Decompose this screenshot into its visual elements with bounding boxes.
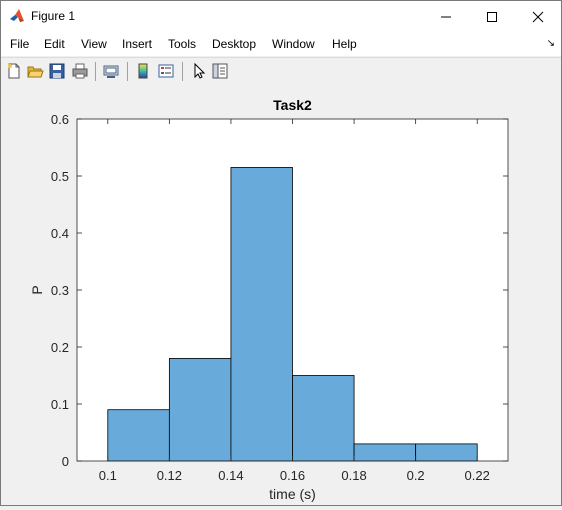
close-icon: [532, 11, 544, 22]
x-tick-label: 0.16: [280, 468, 305, 483]
menu-bar: File Edit View Insert Tools Desktop Wind…: [1, 32, 561, 56]
window-title: Figure 1: [31, 9, 76, 23]
minimize-button[interactable]: [423, 1, 469, 32]
histogram-bar: [107, 409, 170, 462]
menu-edit[interactable]: Edit: [44, 37, 65, 51]
chart-title: Task2: [273, 97, 312, 113]
x-tick-label: 0.1: [99, 468, 117, 483]
title-bar: Figure 1: [1, 1, 561, 32]
menu-file[interactable]: File: [10, 37, 29, 51]
figure-canvas: 0.1 0.12 0.14 0.16 0.18 0.2 0.22 0 0.1 0.2 0.3 0.4 0…: [1, 85, 561, 505]
menu-insert[interactable]: Insert: [122, 37, 152, 51]
property-inspector-icon[interactable]: [211, 62, 229, 80]
histogram-bar: [415, 443, 478, 462]
menu-help[interactable]: Help: [332, 37, 357, 51]
y-tick-label: 0.4: [51, 226, 69, 241]
histogram-bar: [353, 443, 417, 462]
dock-arrow-icon[interactable]: ↘: [547, 38, 555, 49]
toolbar: [1, 57, 561, 86]
y-tick-label: 0.2: [51, 340, 69, 355]
y-axis-label: P: [29, 285, 45, 294]
x-axis-label: time (s): [269, 486, 316, 502]
menu-desktop[interactable]: Desktop: [212, 37, 256, 51]
histogram-bar: [168, 357, 232, 462]
colorbar-icon[interactable]: [134, 62, 152, 80]
y-tick-label: 0.5: [51, 169, 69, 184]
x-tick-label: 0.18: [341, 468, 366, 483]
save-icon[interactable]: [48, 62, 66, 80]
open-file-icon[interactable]: [26, 62, 44, 80]
x-tick-label: 0.2: [407, 468, 425, 483]
menu-view[interactable]: View: [81, 37, 107, 51]
figure-window: Figure 1 File Edit View Insert Tools Des…: [0, 0, 562, 506]
toolbar-separator: [127, 62, 128, 81]
minimize-icon: [441, 16, 451, 17]
y-tick-label: 0.6: [51, 112, 69, 127]
histogram-chart: 0.1 0.12 0.14 0.16 0.18 0.2 0.22 0 0.1 0.2 0.3 0.4 0…: [29, 97, 509, 502]
x-tick-label: 0.22: [465, 468, 490, 483]
legend-icon[interactable]: [157, 62, 175, 80]
x-tick-label: 0.12: [157, 468, 182, 483]
histogram-bar: [292, 375, 355, 462]
histogram-bar: [230, 167, 293, 462]
menu-tools[interactable]: Tools: [168, 37, 196, 51]
edit-plot-icon[interactable]: [190, 62, 208, 80]
toolbar-separator: [182, 62, 183, 81]
link-plot-icon[interactable]: [102, 62, 120, 80]
toolbar-separator: [95, 62, 96, 81]
maximize-icon: [487, 11, 497, 22]
y-tick-label: 0.1: [51, 397, 69, 412]
x-tick-label: 0.14: [218, 468, 243, 483]
y-tick-label: 0: [62, 454, 69, 469]
new-figure-icon[interactable]: [5, 62, 23, 80]
print-icon[interactable]: [71, 62, 89, 80]
matlab-icon: [10, 9, 24, 22]
y-tick-label: 0.3: [51, 283, 69, 298]
maximize-button[interactable]: [469, 1, 515, 32]
close-button[interactable]: [515, 1, 561, 32]
menu-window[interactable]: Window: [272, 37, 315, 51]
